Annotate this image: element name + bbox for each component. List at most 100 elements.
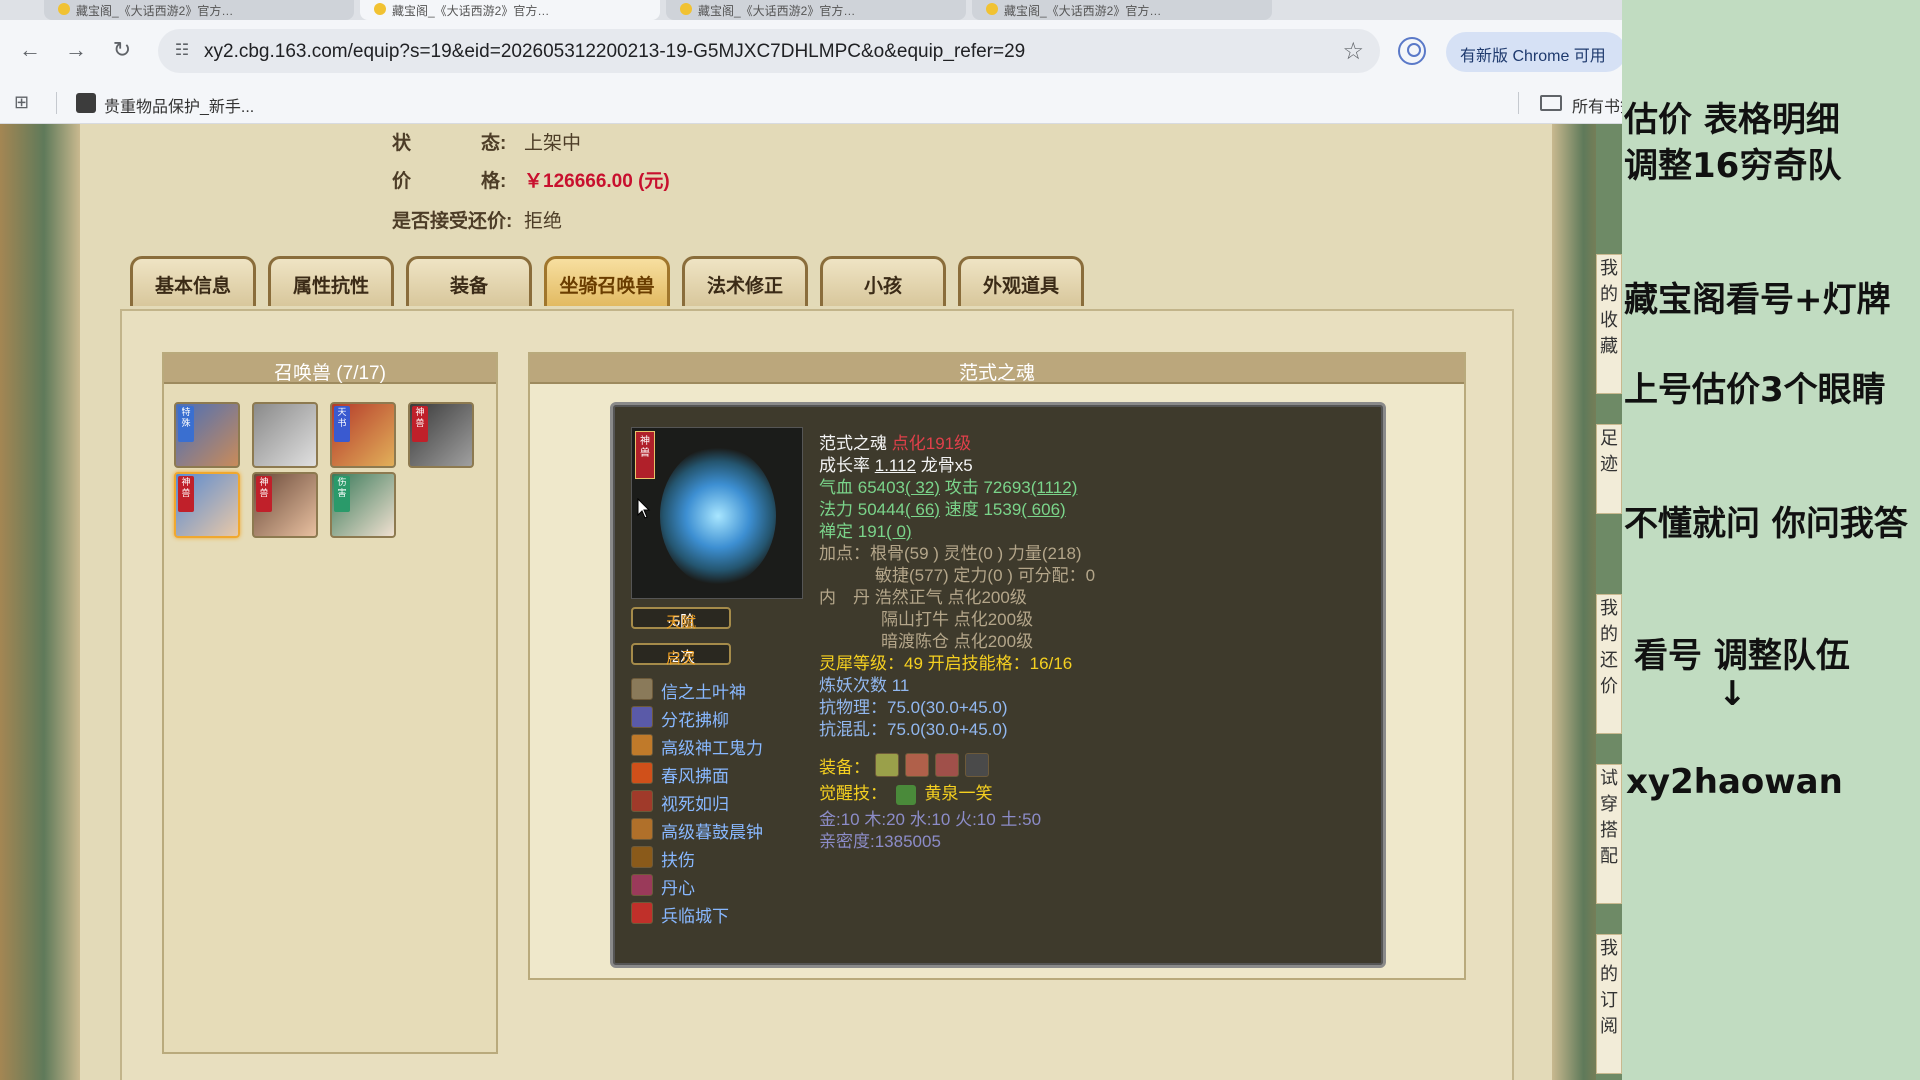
forward-icon[interactable]: → [60,34,92,66]
pet-badge: 特殊 [178,406,194,442]
pet-badge: 神兽 [178,476,194,512]
pet-avatar[interactable]: 天书 [330,402,396,468]
awaken-label: 启灵 [665,650,696,667]
side-try-on[interactable]: 试 穿 搭 配 [1596,764,1622,904]
price-label: 格: [481,171,507,192]
bookmark-star-icon[interactable]: ☆ [1342,37,1364,66]
skill-item[interactable]: 丹心 [631,873,811,898]
status-label: 状 [392,133,412,154]
browser-tab[interactable]: 藏宝阁_《大话西游2》官方… [666,0,966,20]
resist-chaos: 抗混乱：75.0(30.0+45.0) [819,720,1008,739]
tab-appearance[interactable]: 外观道具 [958,256,1084,306]
skill-name: 分花拂柳 [661,711,729,730]
pet-avatar[interactable]: 特殊 [174,402,240,468]
bookmarks-bar: ⊞ 贵重物品保护_新手... 所有书签 [0,82,1622,124]
browser-toolbar: ← → ↻ ☷ xy2.cbg.163.com/equip?s=19&eid=2… [0,20,1622,82]
pet-avatar[interactable]: 神兽 [408,402,474,468]
reload-icon[interactable]: ↻ [106,34,138,66]
side-favorites[interactable]: 我 的 收 藏 [1596,254,1622,394]
tab-equipment[interactable]: 装备 [406,256,532,306]
tab-basic-info[interactable]: 基本信息 [130,256,256,306]
side-counter-offers[interactable]: 我 的 还 价 [1596,594,1622,734]
pet-detail-title: 范式之魂 [958,363,1035,384]
skill-item[interactable]: 分花拂柳 [631,705,811,730]
tab-mounts-pets[interactable]: 坐骑召唤兽 [544,256,670,306]
overlay-text: 看号 调整队伍 [1634,636,1850,676]
browser-tab-active[interactable]: 藏宝阁_《大话西游2》官方… [360,0,660,20]
speed-value: 1539 [983,500,1022,519]
inner-dan-label: 内 丹 [819,588,870,607]
counter-offer-label: 是否接受还价: [392,211,513,232]
skill-name: 扶伤 [661,851,695,870]
pet-avatar[interactable] [252,402,318,468]
tab-attributes[interactable]: 属性抗性 [268,256,394,306]
update-chrome-button[interactable]: 有新版 Chrome 可用 [1446,32,1622,72]
skill-icon [631,902,653,924]
url-text[interactable]: xy2.cbg.163.com/equip?s=19&eid=202605312… [204,41,1025,63]
equip-slot[interactable] [875,753,899,777]
skill-item[interactable]: 春风拂面 [631,761,811,786]
tab-label: 法术修正 [706,276,783,297]
tab-label: 坐骑召唤兽 [559,276,655,297]
price-value: ￥126666.00 (元) [524,171,670,192]
pets-header-title: 召唤兽 (7/17) [274,363,386,384]
tab-label: 外观道具 [982,276,1059,297]
browser-tab-title: 藏宝阁_《大话西游2》官方… [698,4,856,18]
skill-icon [631,874,653,896]
side-footprint[interactable]: 足 迹 [1596,424,1622,514]
price-label: 价 [392,171,412,192]
skill-icon [631,706,653,728]
folder-label: 所有书签 [1572,99,1622,116]
equip-slot[interactable] [935,753,959,777]
side-toolbar: 我 的 收 藏 足 迹 我 的 还 价 试 穿 搭 配 我 的 订 阅 [1596,124,1622,1080]
page-viewport: 状 态: 上架中 价 格: ￥126666.00 (元) 是否接受还价: 拒绝 … [0,124,1622,1080]
equipment-slots [875,753,995,777]
skill-name: 兵临城下 [661,907,729,926]
browser-tab[interactable]: 藏宝阁_《大话西游2》官方… [44,0,354,20]
overlay-arrow: ↓ [1718,674,1747,714]
browser-tab-title: 藏宝阁_《大话西游2》官方… [1004,4,1162,18]
skill-item[interactable]: 高级神工鬼力 [631,733,811,758]
skill-item[interactable]: 扶伤 [631,845,811,870]
pet-avatar[interactable]: 伤害 [330,472,396,538]
browser-tab[interactable]: 藏宝阁_《大话西游2》官方… [972,0,1272,20]
site-info-icon[interactable]: ☷ [170,39,194,63]
equipment-label: 装备： [819,758,870,777]
tab-spell-correction[interactable]: 法术修正 [682,256,808,306]
pets-header: 召唤兽 (7/17) [164,354,496,384]
stream-overlay-panel: 估价 表格明细 调整16穷奇队 藏宝阁看号+灯牌 上号估价3个眼睛 不懂就问 你… [1622,0,1920,1080]
awaken-skill-row: 觉醒技： 黄泉一笑 [819,779,992,805]
skill-item[interactable]: 高级暮鼓晨钟 [631,817,811,842]
pet-avatar[interactable]: 神兽 [252,472,318,538]
profile-icon[interactable] [1398,37,1426,65]
skill-item[interactable]: 信之土叶神 [631,677,811,702]
awaken-skill-name: 黄泉一笑 [924,784,993,803]
pet-avatar-selected[interactable]: 神兽 [174,472,240,538]
skill-item[interactable]: 兵临城下 [631,901,811,926]
equip-slot[interactable] [965,753,989,777]
browser-tab-title: 藏宝阁_《大话西游2》官方… [76,4,234,18]
all-bookmarks-folder[interactable]: 所有书签 [1540,90,1622,116]
skill-name: 高级暮鼓晨钟 [661,823,763,842]
site-favicon [986,3,998,15]
skill-icon [631,818,653,840]
skill-name: 春风拂面 [661,767,729,786]
skill-item[interactable]: 视死如归 [631,789,811,814]
speed-bonus: ( 606) [1021,500,1066,519]
side-subscriptions[interactable]: 我 的 订 阅 [1596,934,1622,1074]
pet-figure-image [660,446,776,586]
pet-detail-panel: 范式之魂 神兽 天赋 ·5阶 启灵 ·2次 信之土叶神 分花拂柳 高级神工鬼力 春风… [528,352,1466,980]
bookmarks-divider [56,92,57,114]
apps-grid-icon[interactable]: ⊞ [14,92,34,112]
pet-badge: 伤害 [334,476,350,512]
overlay-text: 上号估价3个眼睛 [1624,370,1886,410]
back-icon[interactable]: ← [14,34,46,66]
bookmarks-divider [1518,92,1519,114]
address-bar[interactable]: ☷ xy2.cbg.163.com/equip?s=19&eid=2026053… [158,29,1380,73]
tab-child[interactable]: 小孩 [820,256,946,306]
status-label: 态: [481,133,507,154]
awaken-skill-icon [895,784,916,805]
mouse-cursor-icon [637,498,651,519]
equip-slot[interactable] [905,753,929,777]
pet-badge: 神兽 [256,476,272,512]
